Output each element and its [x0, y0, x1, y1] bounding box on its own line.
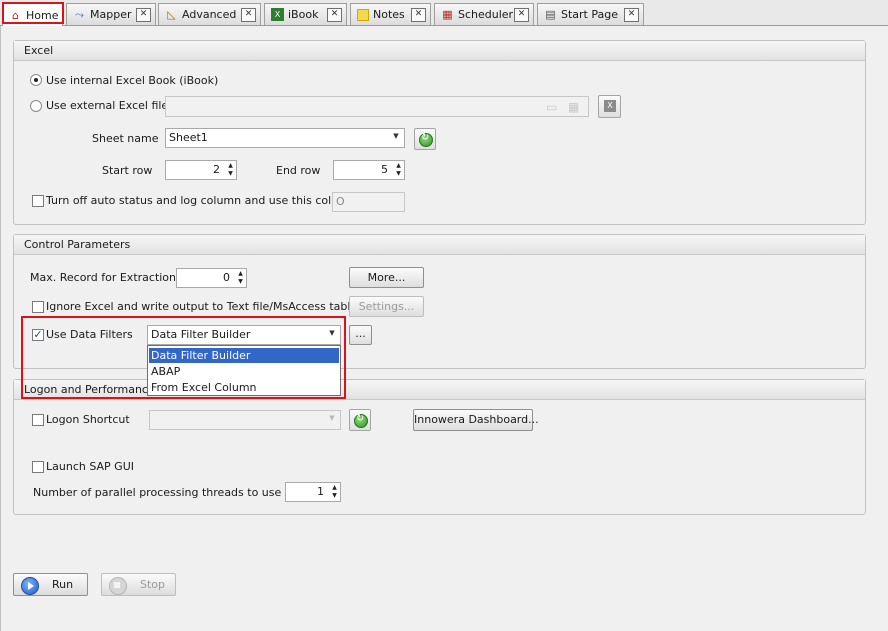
logon-shortcut-label: Logon Shortcut	[46, 413, 130, 426]
excel-group-title: Excel	[14, 41, 865, 61]
spinner-arrows-icon[interactable]: ▲ ▼	[394, 162, 403, 179]
use-external-excel-label: Use external Excel file	[46, 99, 169, 112]
max-record-label: Max. Record for Extraction	[30, 271, 177, 284]
tab-advanced-label: Advanced	[182, 8, 237, 21]
home-tab-highlight	[2, 2, 64, 24]
start-row-label: Start row	[102, 164, 153, 177]
calendar-icon: ▦	[442, 8, 453, 21]
excel-file-icon: ▦	[568, 100, 580, 114]
tab-ibook[interactable]: X iBook ✕	[264, 3, 347, 25]
control-parameters-title: Control Parameters	[14, 235, 865, 255]
stop-square	[114, 582, 120, 588]
end-row-stepper[interactable]: 5 ▲ ▼	[333, 160, 405, 180]
tab-start-page[interactable]: ▤ Start Page ✕	[537, 3, 644, 25]
start-row-value: 2	[213, 163, 220, 176]
stop-button: Stop	[101, 573, 176, 596]
spinner-arrows-icon[interactable]: ▲ ▼	[226, 162, 235, 179]
launch-sap-gui-checkbox[interactable]	[32, 461, 44, 473]
ruler-icon: ◺	[167, 8, 176, 21]
chevron-down-icon: ▼	[329, 414, 335, 422]
data-filters-highlight	[21, 316, 346, 399]
run-label: Run	[52, 578, 74, 591]
tab-advanced[interactable]: ◺ Advanced ✕	[158, 3, 261, 25]
sheet-name-label: Sheet name	[92, 132, 159, 145]
tab-mapper[interactable]: ⤳ Mapper ✕	[66, 3, 156, 25]
end-row-label: End row	[276, 164, 321, 177]
close-icon[interactable]: ✕	[514, 8, 529, 22]
status-column-value: O	[336, 195, 345, 208]
tab-scheduler-label: Scheduler	[458, 8, 514, 21]
use-external-excel-radio[interactable]	[30, 100, 42, 112]
play-triangle	[28, 582, 34, 590]
mapper-icon: ⤳	[75, 8, 84, 21]
open-excel-button[interactable]: X	[598, 95, 621, 118]
max-record-value: 0	[223, 271, 230, 284]
close-icon[interactable]: ✕	[411, 8, 426, 22]
folder-icon: ▭	[546, 100, 558, 114]
end-row-value: 5	[381, 163, 388, 176]
stop-icon	[109, 577, 127, 595]
refresh-sheets-button[interactable]	[414, 128, 436, 150]
max-record-stepper[interactable]: 0 ▲ ▼	[176, 268, 247, 288]
spinner-arrows-icon[interactable]: ▲ ▼	[236, 270, 245, 287]
play-icon	[21, 577, 39, 595]
external-excel-path-field: ▭ ▦	[165, 96, 589, 117]
ignore-excel-label: Ignore Excel and write output to Text fi…	[46, 300, 358, 313]
document-tab-bar: ⌂ Home ⤳ Mapper ✕ ◺ Advanced ✕ X iBook ✕…	[0, 0, 888, 26]
excel-icon: X	[604, 100, 616, 112]
close-icon[interactable]: ✕	[327, 8, 342, 22]
more-button[interactable]: More...	[349, 267, 424, 288]
sheet-name-dropdown[interactable]: Sheet1 ▼	[165, 128, 405, 148]
use-internal-excel-label: Use internal Excel Book (iBook)	[46, 74, 219, 87]
tab-mapper-label: Mapper	[90, 8, 132, 21]
turn-off-auto-status-checkbox[interactable]	[32, 195, 44, 207]
data-filter-browse-button[interactable]: ...	[349, 325, 372, 345]
tab-notes-label: Notes	[373, 8, 405, 21]
spinner-arrows-icon[interactable]: ▲ ▼	[330, 484, 339, 501]
ignore-excel-checkbox[interactable]	[32, 301, 44, 313]
refresh-logon-button[interactable]	[349, 409, 371, 431]
turn-off-auto-status-label: Turn off auto status and log column and …	[46, 194, 356, 207]
settings-button: Settings...	[349, 296, 424, 317]
sheet-name-value: Sheet1	[169, 131, 208, 144]
tab-start-page-label: Start Page	[561, 8, 618, 21]
logon-shortcut-checkbox[interactable]	[32, 414, 44, 426]
excel-book-icon: X	[271, 8, 284, 21]
note-icon	[357, 8, 369, 21]
tab-notes[interactable]: Notes ✕	[350, 3, 431, 25]
chevron-down-icon: ▼	[393, 132, 399, 140]
close-icon[interactable]: ✕	[624, 8, 639, 22]
threads-stepper[interactable]: 1 ▲ ▼	[285, 482, 341, 502]
innowera-dashboard-button[interactable]: Innowera Dashboard...	[413, 409, 539, 431]
refresh-icon	[354, 413, 368, 428]
logon-shortcut-dropdown: ▼	[149, 410, 341, 430]
status-column-field: O	[332, 192, 405, 212]
tab-ibook-label: iBook	[288, 8, 319, 21]
threads-label: Number of parallel processing threads to…	[33, 486, 282, 499]
start-row-stepper[interactable]: 2 ▲ ▼	[165, 160, 237, 180]
run-button[interactable]: Run	[13, 573, 88, 596]
close-icon[interactable]: ✕	[136, 8, 151, 22]
stop-label: Stop	[140, 578, 166, 591]
refresh-icon	[419, 132, 433, 147]
start-page-icon: ▤	[545, 8, 556, 21]
close-icon[interactable]: ✕	[241, 8, 256, 22]
threads-value: 1	[317, 485, 324, 498]
use-internal-excel-radio[interactable]	[30, 74, 42, 86]
tab-scheduler[interactable]: ▦ Scheduler ✕	[434, 3, 534, 25]
launch-sap-gui-label: Launch SAP GUI	[46, 460, 134, 473]
